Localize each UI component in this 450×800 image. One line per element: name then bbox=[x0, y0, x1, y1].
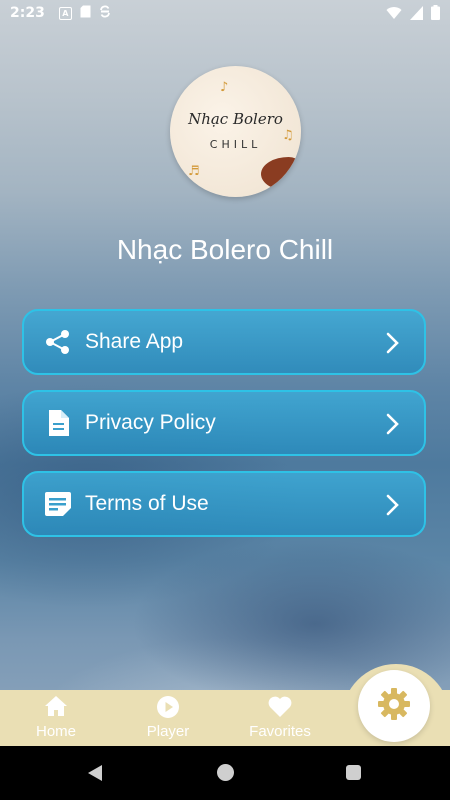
app-title: Nhạc Bolero Chill bbox=[116, 234, 334, 265]
terms-of-use-button[interactable]: Terms of Use bbox=[22, 471, 426, 537]
chevron-right-icon bbox=[384, 412, 402, 436]
share-app-button[interactable]: Share App bbox=[22, 309, 426, 375]
logo-decoration bbox=[261, 157, 301, 191]
privacy-policy-button[interactable]: Privacy Policy bbox=[22, 390, 426, 456]
sim-card-icon bbox=[80, 5, 91, 22]
terms-of-use-label: Terms of Use bbox=[85, 492, 209, 515]
music-note-icon: ♬ bbox=[188, 164, 200, 179]
status-time: 2:23 bbox=[10, 5, 45, 21]
note-icon bbox=[45, 491, 71, 517]
nav-player-label: Player bbox=[146, 723, 190, 740]
settings-icon bbox=[377, 687, 411, 725]
document-icon bbox=[45, 410, 71, 436]
text-icon: A bbox=[58, 6, 72, 20]
play-icon bbox=[112, 696, 224, 718]
home-icon bbox=[0, 696, 112, 718]
nav-home-label: Home bbox=[35, 723, 76, 740]
nav-player[interactable]: Player bbox=[112, 690, 224, 746]
app-logo: ♪ ♫ ♬ Nhạc Bolero CHILL bbox=[170, 66, 301, 197]
chevron-right-icon bbox=[384, 331, 402, 355]
status-icons-left: A bbox=[58, 5, 111, 22]
back-icon[interactable] bbox=[86, 764, 104, 782]
sync-icon bbox=[99, 5, 111, 22]
nav-favorites-label: Favorites bbox=[249, 723, 311, 740]
nav-home[interactable]: Home bbox=[0, 690, 112, 746]
heart-icon bbox=[224, 696, 336, 718]
home-circle-icon[interactable] bbox=[217, 764, 234, 781]
chevron-right-icon bbox=[384, 493, 402, 517]
nav-favorites[interactable]: Favorites bbox=[224, 690, 336, 746]
logo-sub-text: CHILL bbox=[209, 138, 262, 151]
share-icon bbox=[45, 329, 71, 355]
music-note-icon: ♪ bbox=[220, 80, 229, 95]
signal-icon bbox=[410, 5, 423, 24]
battery-icon bbox=[431, 5, 440, 24]
settings-button[interactable] bbox=[358, 670, 430, 742]
status-bar: 2:23 A bbox=[0, 0, 450, 26]
share-app-label: Share App bbox=[85, 330, 184, 353]
status-icons-right bbox=[386, 5, 440, 24]
recent-apps-icon[interactable] bbox=[346, 765, 361, 780]
wifi-icon bbox=[386, 6, 402, 24]
system-navigation-bar bbox=[0, 746, 450, 800]
privacy-policy-label: Privacy Policy bbox=[85, 411, 216, 434]
logo-script-text: Nhạc Bolero bbox=[188, 110, 283, 128]
